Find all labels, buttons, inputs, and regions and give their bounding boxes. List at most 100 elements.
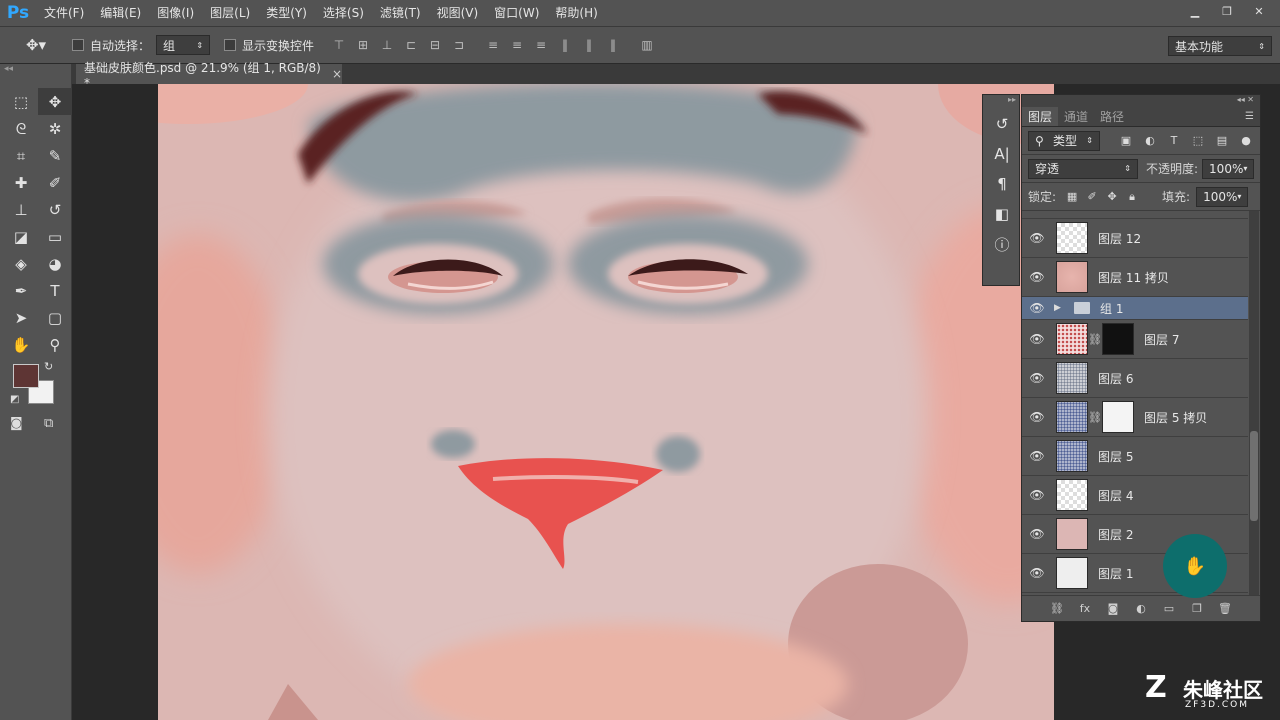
quick-mask-icon[interactable]: ◙ [10, 416, 23, 431]
marquee-tool-icon[interactable]: ⬚ [4, 88, 38, 115]
new-layer-icon[interactable]: ❐ [1188, 600, 1206, 618]
move-tool-preset-icon[interactable]: ✥▾ [14, 30, 58, 60]
layers-scrollbar[interactable] [1249, 211, 1259, 595]
gradient-tool-icon[interactable]: ▭ [38, 223, 72, 250]
menu-edit[interactable]: 编辑(E) [92, 0, 149, 26]
align-bottom-icon[interactable]: ⊥ [378, 36, 396, 54]
expand-arrow-icon[interactable]: ▶ [1054, 303, 1064, 313]
restore-icon[interactable]: ❐ [1214, 2, 1240, 20]
menu-view[interactable]: 视图(V) [429, 0, 487, 26]
brush-tool-icon[interactable]: ✐ [38, 169, 72, 196]
pen-tool-icon[interactable]: ✒ [4, 277, 38, 304]
screen-mode-icon[interactable]: ⧉ [44, 416, 53, 431]
minimize-icon[interactable]: ▁ [1182, 2, 1208, 20]
visibility-eye-icon[interactable]: 👁︎ [1022, 270, 1052, 284]
tab-channels[interactable]: 通道 [1058, 107, 1094, 126]
lasso-tool-icon[interactable]: ᘓ [4, 115, 38, 142]
lock-pixels-icon[interactable]: ✐ [1084, 189, 1100, 205]
layer-item[interactable]: 👁︎ ⛓ 图层 7 [1022, 320, 1248, 359]
distribute-left-icon[interactable]: ‖ [556, 36, 574, 54]
visibility-eye-icon[interactable]: 👁︎ [1022, 301, 1052, 315]
visibility-eye-icon[interactable]: 👁︎ [1022, 527, 1052, 541]
align-hcenter-icon[interactable]: ⊟ [426, 36, 444, 54]
adjustment-layer-icon[interactable]: ◐ [1132, 600, 1150, 618]
distribute-hcenter-icon[interactable]: ‖ [580, 36, 598, 54]
close-tab-icon[interactable]: × [332, 67, 342, 81]
hand-tool-icon[interactable]: ✋ [4, 331, 38, 358]
healing-brush-tool-icon[interactable]: ✚ [4, 169, 38, 196]
menu-filter[interactable]: 滤镜(T) [372, 0, 429, 26]
clone-stamp-tool-icon[interactable]: ⊥ [4, 196, 38, 223]
menu-type[interactable]: 类型(Y) [258, 0, 315, 26]
layer-item[interactable]: 👁︎ 图层 4 [1022, 476, 1248, 515]
menu-file[interactable]: 文件(F) [36, 0, 92, 26]
lock-all-icon[interactable]: 🔒︎ [1124, 189, 1140, 205]
layer-group-item[interactable]: 👁︎ ▶ 组 1 [1022, 297, 1248, 320]
close-icon[interactable]: ✕ [1246, 2, 1272, 20]
info-panel-icon[interactable]: ⓘ [983, 229, 1021, 259]
filter-pixel-icon[interactable]: ▣ [1118, 133, 1134, 149]
scrollbar-thumb[interactable] [1250, 431, 1258, 521]
eraser-tool-icon[interactable]: ◪ [4, 223, 38, 250]
menu-help[interactable]: 帮助(H) [547, 0, 605, 26]
new-group-folder-icon[interactable]: ▭ [1160, 600, 1178, 618]
distribute-right-icon[interactable]: ‖ [604, 36, 622, 54]
blend-mode-dropdown[interactable]: 穿透 ⇕ [1028, 158, 1138, 179]
opacity-input[interactable]: 100% ▾ [1202, 158, 1255, 179]
visibility-eye-icon[interactable]: 👁︎ [1022, 449, 1052, 463]
distribute-top-icon[interactable]: ≡ [484, 36, 502, 54]
blur-tool-icon[interactable]: ◈ [4, 250, 38, 277]
tab-layers[interactable]: 图层 [1022, 107, 1059, 126]
align-right-icon[interactable]: ⊐ [450, 36, 468, 54]
document-tab[interactable]: 基础皮肤颜色.psd @ 21.9% (组 1, RGB/8) * × [76, 61, 342, 90]
visibility-eye-icon[interactable]: 👁︎ [1022, 410, 1052, 424]
toolbox-collapse-icon[interactable]: ◂◂ [0, 64, 71, 76]
visibility-eye-icon[interactable]: 👁︎ [1022, 488, 1052, 502]
layer-style-fx-icon[interactable]: fx [1076, 600, 1094, 618]
filter-type-icon[interactable]: T [1166, 133, 1182, 149]
filter-toggle-icon[interactable]: ● [1238, 133, 1254, 149]
zoom-tool-icon[interactable]: ⚲ [38, 331, 72, 358]
workspace-dropdown[interactable]: 基本功能 ⇕ [1168, 36, 1272, 56]
visibility-eye-icon[interactable]: 👁︎ [1022, 231, 1052, 245]
filter-kind-dropdown[interactable]: ⚲ 类型 ⇕ [1028, 130, 1100, 151]
dodge-tool-icon[interactable]: ◕ [38, 250, 72, 277]
distribute-vcenter-icon[interactable]: ≡ [508, 36, 526, 54]
layer-item[interactable]: 👁︎ 图层 5 [1022, 437, 1248, 476]
trash-icon[interactable]: 🗑︎ [1216, 600, 1234, 618]
history-panel-icon[interactable]: ↺ [983, 109, 1021, 139]
tab-paths[interactable]: 路径 [1094, 107, 1130, 126]
paragraph-panel-icon[interactable]: ¶ [983, 169, 1021, 199]
magic-wand-tool-icon[interactable]: ✲ [38, 115, 72, 142]
layer-item[interactable]: 👁︎ 图层 11 拷贝 [1022, 258, 1248, 297]
panel-menu-icon[interactable]: ☰ [1245, 107, 1260, 126]
document-canvas[interactable] [158, 84, 1054, 720]
lock-position-icon[interactable]: ✥ [1104, 189, 1120, 205]
menu-window[interactable]: 窗口(W) [486, 0, 547, 26]
swap-colors-icon[interactable]: ↻ [44, 360, 53, 373]
menu-image[interactable]: 图像(I) [149, 0, 202, 26]
filter-shape-icon[interactable]: ⬚ [1190, 133, 1206, 149]
path-selection-tool-icon[interactable]: ➤ [4, 304, 38, 331]
layer-mask-thumbnail[interactable] [1102, 401, 1134, 433]
eyedropper-tool-icon[interactable]: ✎ [38, 142, 72, 169]
layer-mask-thumbnail[interactable] [1102, 323, 1134, 355]
link-chain-icon[interactable]: ⛓ [1088, 411, 1102, 424]
menu-layer[interactable]: 图层(L) [202, 0, 258, 26]
fill-input[interactable]: 100% ▾ [1196, 186, 1249, 207]
distribute-bottom-icon[interactable]: ≡ [532, 36, 550, 54]
default-colors-icon[interactable]: ◩ [10, 394, 19, 405]
layer-item[interactable]: 👁︎ 图层 12 [1022, 219, 1248, 258]
type-tool-icon[interactable]: T [38, 277, 72, 304]
auto-select-checkbox[interactable] [72, 39, 84, 51]
link-chain-icon[interactable]: ⛓ [1088, 333, 1102, 346]
move-tool-icon[interactable]: ✥ [38, 88, 72, 115]
align-top-icon[interactable]: ⊤ [330, 36, 348, 54]
auto-align-icon[interactable]: ▥ [638, 36, 656, 54]
auto-select-dropdown[interactable]: 组 ⇕ [156, 35, 211, 55]
filter-adjustment-icon[interactable]: ◐ [1142, 133, 1158, 149]
character-panel-icon[interactable]: A| [983, 139, 1021, 169]
align-left-icon[interactable]: ⊏ [402, 36, 420, 54]
align-vcenter-icon[interactable]: ⊞ [354, 36, 372, 54]
crop-tool-icon[interactable]: ⌗ [4, 142, 38, 169]
